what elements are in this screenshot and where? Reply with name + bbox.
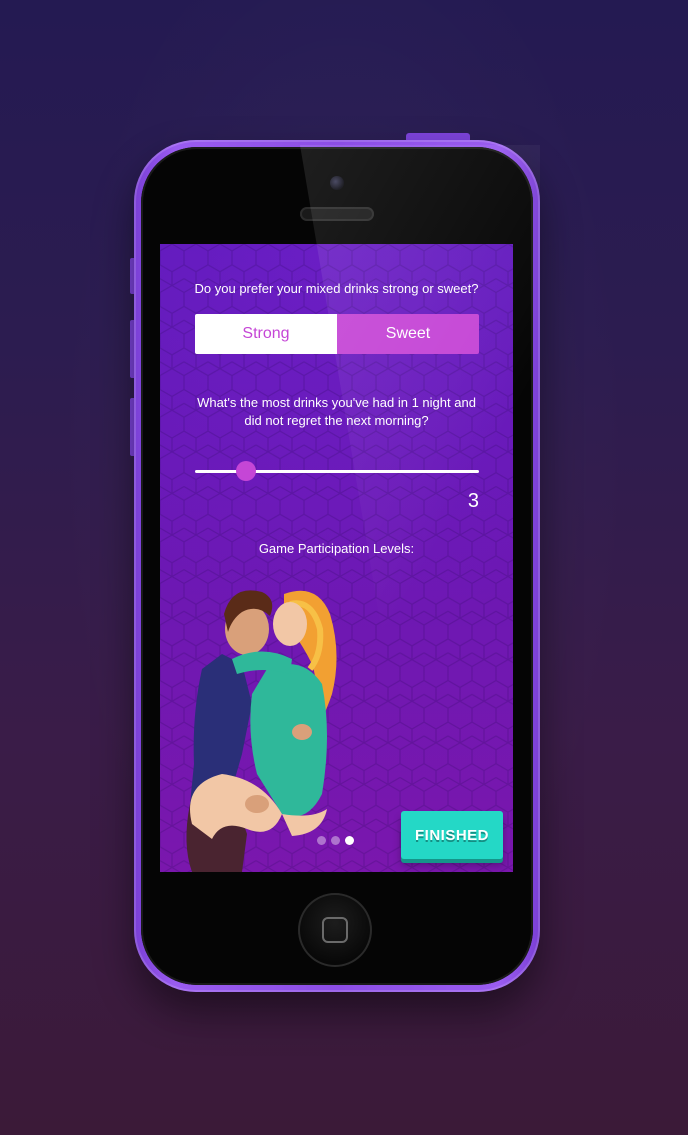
strong-option-button[interactable]: Strong [195, 314, 337, 354]
page-dot[interactable] [345, 836, 354, 845]
sweet-option-button[interactable]: Sweet [337, 314, 479, 354]
home-button[interactable] [298, 893, 372, 967]
drinks-slider-thumb[interactable] [236, 461, 257, 481]
drinks-slider-value: 3 [467, 490, 479, 512]
app-screen: Do you prefer your mixed drinks strong o… [160, 244, 513, 872]
speaker-grille [300, 207, 374, 221]
page-indicator [317, 836, 354, 845]
page-dot[interactable] [317, 836, 326, 845]
max-drinks-question: What's the most drinks you've had in 1 n… [197, 395, 476, 428]
finished-button[interactable]: FINISHED [401, 811, 503, 859]
front-camera-icon [330, 176, 344, 190]
drinks-preference-question: Do you prefer your mixed drinks strong o… [194, 281, 479, 296]
home-square-icon [322, 917, 348, 943]
strong-sweet-segmented-control: Strong Sweet [195, 314, 479, 354]
participation-levels-label: Game Participation Levels: [258, 541, 415, 556]
couple-kissing-illustration [186, 590, 337, 872]
page-dot[interactable] [331, 836, 340, 845]
